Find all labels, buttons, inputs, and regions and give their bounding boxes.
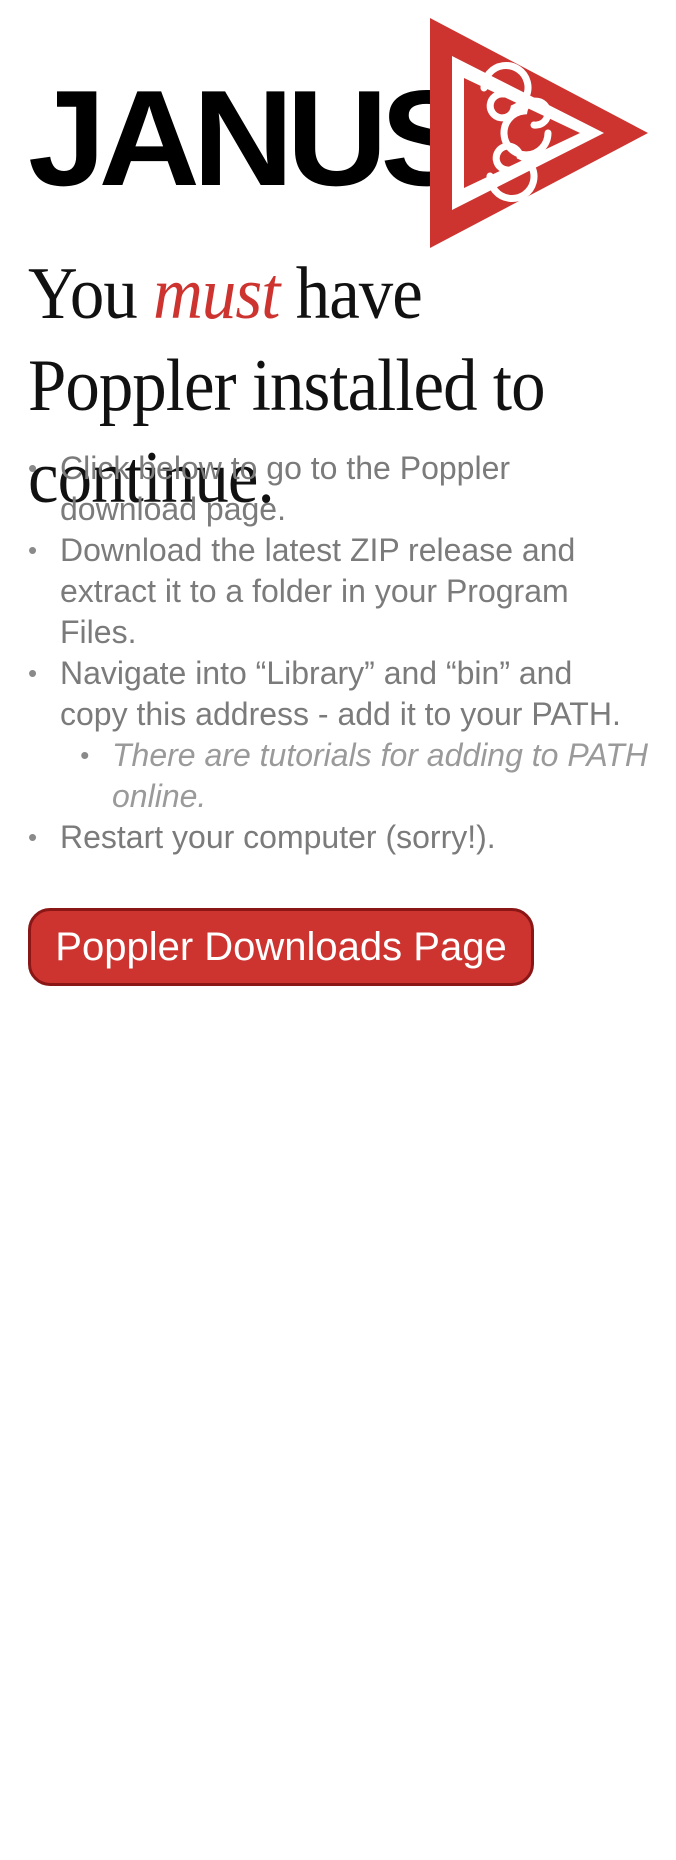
- instruction-subitem: There are tutorials for adding to PATH o…: [60, 735, 648, 817]
- poppler-downloads-button[interactable]: Poppler Downloads Page: [28, 908, 534, 986]
- logo-wordmark: JANUS: [28, 62, 474, 214]
- headline-lead: You: [28, 253, 154, 335]
- instruction-list: Click below to go to the Poppler downloa…: [28, 448, 648, 858]
- instruction-item: Download the latest ZIP release and extr…: [28, 530, 648, 653]
- instruction-item: Click below to go to the Poppler downloa…: [28, 448, 648, 530]
- instruction-item: Restart your computer (sorry!).: [28, 817, 648, 858]
- instruction-sublist: There are tutorials for adding to PATH o…: [60, 735, 648, 817]
- headline-emphasis: must: [153, 253, 280, 335]
- poppler-required-page: JANUS You must have Poppler installed to…: [0, 0, 676, 1860]
- janus-logo: JANUS: [28, 18, 648, 248]
- triskelion-triangle-icon: [430, 18, 648, 248]
- instruction-text: Navigate into “Library” and “bin” and co…: [60, 655, 621, 732]
- instruction-item: Navigate into “Library” and “bin” and co…: [28, 653, 648, 817]
